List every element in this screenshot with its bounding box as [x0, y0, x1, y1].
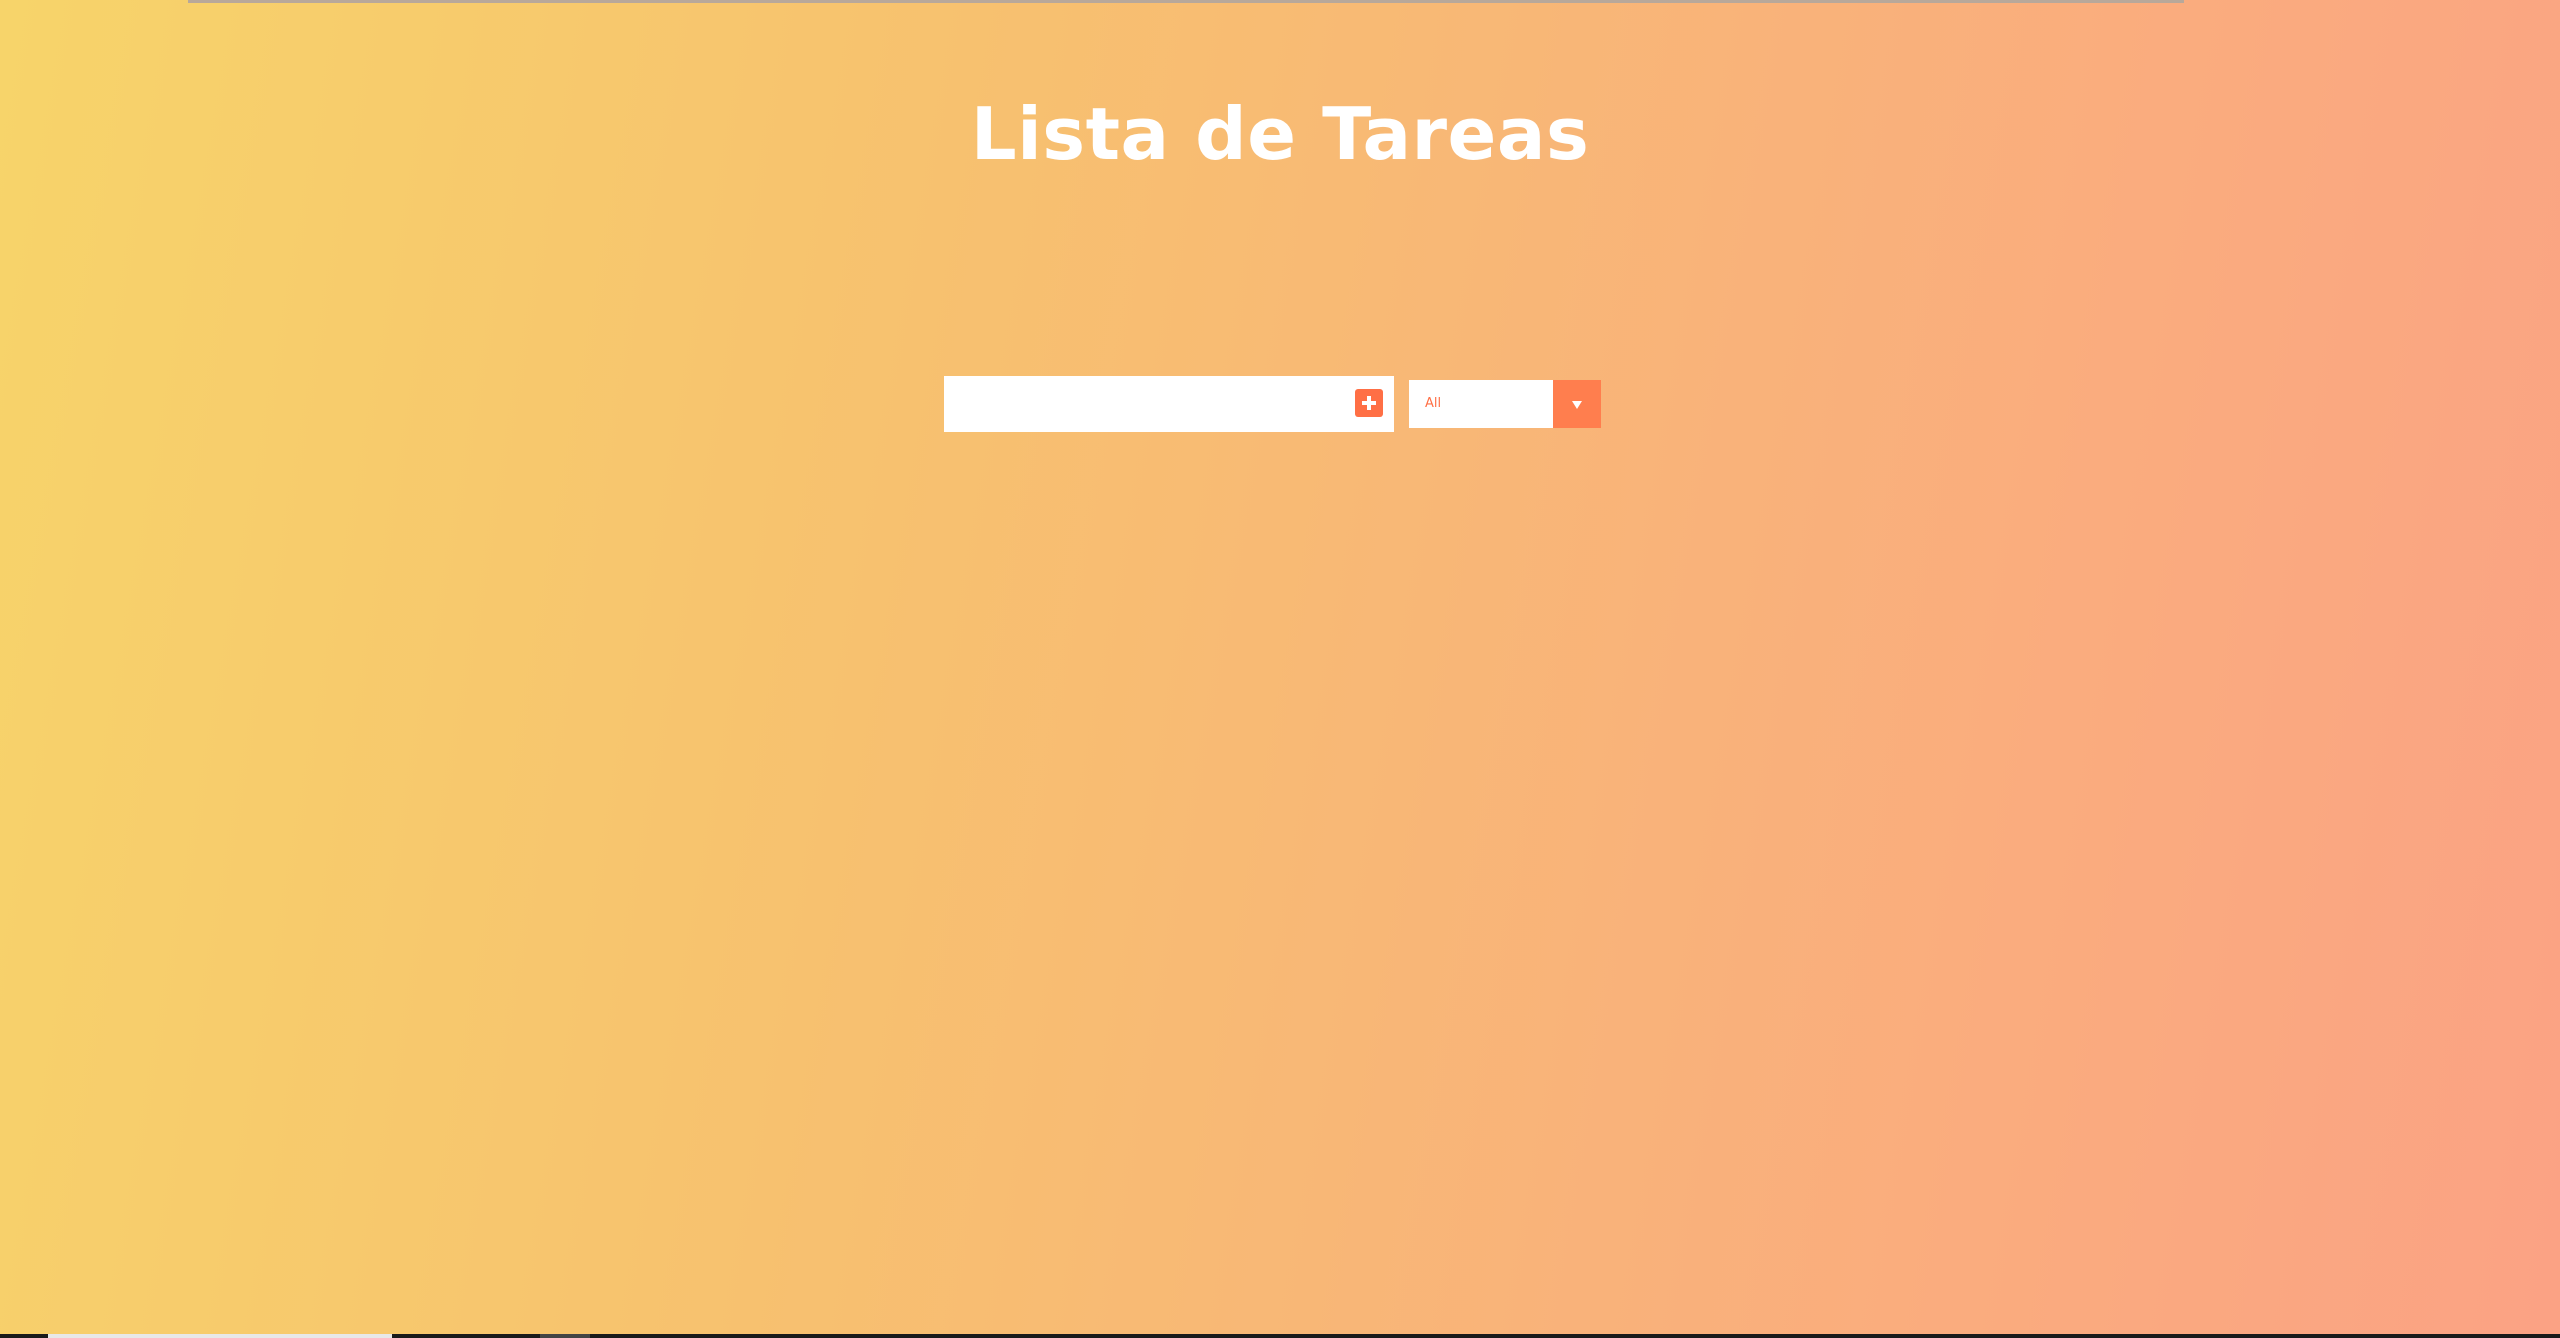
filter-select[interactable]: All: [1409, 380, 1601, 428]
filter-dropdown-button[interactable]: [1553, 380, 1601, 428]
todo-input-container: [944, 376, 1394, 432]
filter-selected-value: All: [1425, 396, 1442, 411]
todo-input[interactable]: [944, 376, 1344, 432]
bottom-taskbar-segment: [48, 1334, 392, 1338]
page-title: Lista de Tareas: [970, 92, 1590, 176]
add-todo-button[interactable]: [1355, 389, 1383, 417]
plus-icon: [1362, 396, 1376, 410]
top-border-line: [188, 0, 2184, 3]
bottom-taskbar-segment: [540, 1334, 590, 1338]
caret-down-icon: [1572, 401, 1582, 409]
